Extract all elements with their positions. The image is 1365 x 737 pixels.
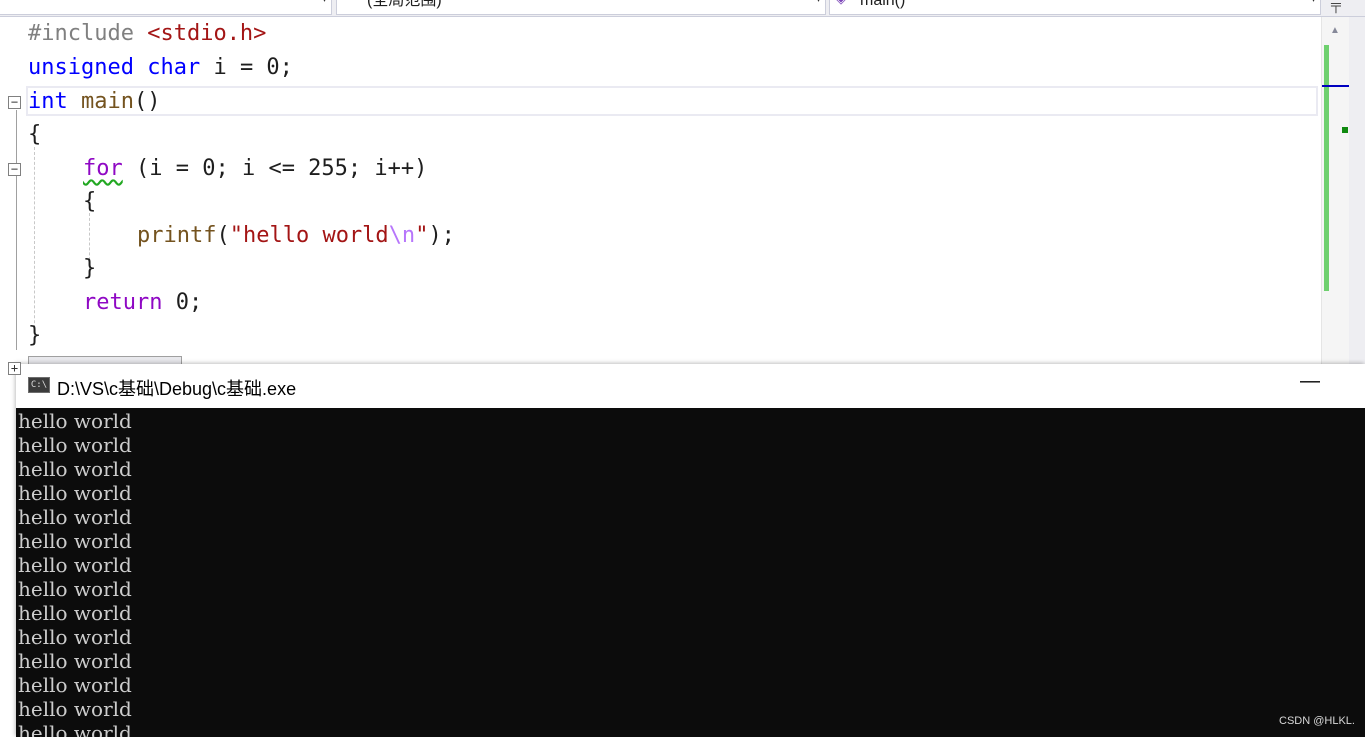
keyword: unsigned: [28, 55, 134, 80]
output-line: hello world: [18, 553, 132, 577]
output-line: hello world: [18, 601, 132, 625]
split-window-icon[interactable]: ╤: [1325, 0, 1347, 14]
output-line: hello world: [18, 529, 132, 553]
control-keyword[interactable]: for: [83, 156, 123, 181]
console-output[interactable]: hello world hello world hello world hell…: [16, 408, 1365, 737]
outline-line: [16, 177, 17, 287]
output-line: hello world: [18, 721, 132, 737]
method-icon: ◈: [836, 0, 846, 6]
preprocessor-directive: #include: [28, 21, 134, 46]
vertical-scrollbar[interactable]: ▲: [1321, 17, 1349, 367]
code-text-segment: i = 0;: [200, 55, 293, 80]
function-name: printf: [137, 223, 217, 248]
keyword: int: [28, 89, 68, 114]
chevron-down-icon: ▾: [322, 0, 327, 7]
escape-sequence: \n: [388, 223, 416, 248]
console-icon: C:\: [28, 377, 50, 393]
console-titlebar[interactable]: C:\ D:\VS\c基础\Debug\c基础.exe —: [16, 364, 1365, 408]
project-dropdown[interactable]: ▾: [0, 0, 332, 15]
right-panel-strip: [1349, 17, 1365, 367]
output-line: hello world: [18, 481, 132, 505]
code-line-7: printf("hello world\n");: [137, 219, 455, 253]
output-line: hello world: [18, 505, 132, 529]
output-line: hello world: [18, 625, 132, 649]
expand-icon[interactable]: +: [8, 362, 21, 375]
code-line-1: #include <stdio.h>: [28, 17, 266, 51]
collapse-for-icon[interactable]: −: [8, 163, 21, 176]
console-window[interactable]: C:\ D:\VS\c基础\Debug\c基础.exe — hello worl…: [16, 364, 1365, 737]
code-text-segment: {: [28, 122, 42, 147]
current-line-highlight: [26, 86, 1318, 116]
minimize-button[interactable]: —: [1300, 370, 1320, 393]
include-header: <stdio.h>: [147, 21, 267, 46]
output-line: hello world: [18, 409, 132, 433]
output-line: hello world: [18, 433, 132, 457]
code-line-8: }: [83, 252, 96, 286]
code-text-segment: (): [133, 89, 161, 114]
chevron-down-icon: ▾: [816, 0, 821, 7]
code-text-segment: );: [428, 223, 455, 248]
code-line-2: unsigned char i = 0;: [28, 51, 293, 85]
output-line: hello world: [18, 649, 132, 673]
code-text: #include <stdio.h> unsigned char i = 0; …: [28, 17, 455, 348]
code-editor[interactable]: − − #include <stdio.h> unsigned char i =…: [0, 17, 1320, 367]
scroll-up-icon[interactable]: ▲: [1330, 25, 1340, 36]
caret-position-marker: [1322, 85, 1349, 87]
code-line-9: return 0;: [83, 286, 202, 320]
code-line-6: {: [83, 185, 96, 219]
watermark: CSDN @HLKL.: [1279, 715, 1355, 727]
console-title: D:\VS\c基础\Debug\c基础.exe: [57, 379, 297, 399]
code-line-3: int main(): [28, 85, 160, 119]
control-keyword: return: [83, 290, 163, 315]
output-line: hello world: [18, 673, 132, 697]
code-line-10: }: [28, 319, 41, 353]
code-text-segment: 0;: [162, 290, 203, 315]
scope-dropdown[interactable]: (全局范围) ▾: [336, 0, 826, 15]
output-line: hello world: [18, 697, 132, 721]
code-line-5: for (i = 0; i <= 255; i++): [83, 152, 427, 186]
code-text-segment: {: [83, 189, 97, 214]
function-name: main: [81, 89, 134, 114]
string-literal: ": [415, 223, 429, 248]
outline-margin: [0, 17, 24, 367]
code-line-4: {: [28, 118, 41, 152]
string-literal: "hello world: [229, 223, 389, 248]
change-tracking-bar: [1324, 45, 1329, 291]
chevron-down-icon: ▾: [1311, 0, 1316, 7]
code-text-segment: }: [28, 323, 42, 348]
code-text-segment: (: [216, 223, 230, 248]
member-dropdown-value: main(): [860, 0, 906, 9]
keyword: char: [147, 55, 201, 80]
navigation-bar: ▾ (全局范围) ▾ ◈ main() ▾ ╤: [0, 0, 1365, 17]
collapse-main-icon[interactable]: −: [8, 96, 21, 109]
code-text-segment: (i = 0; i <= 255; i++): [122, 156, 428, 181]
code-text-segment: }: [83, 256, 97, 281]
scope-dropdown-value: (全局范围): [367, 0, 442, 9]
member-dropdown[interactable]: ◈ main() ▾: [829, 0, 1321, 15]
output-line: hello world: [18, 457, 132, 481]
output-line: hello world: [18, 577, 132, 601]
map-marker: [1342, 127, 1348, 133]
